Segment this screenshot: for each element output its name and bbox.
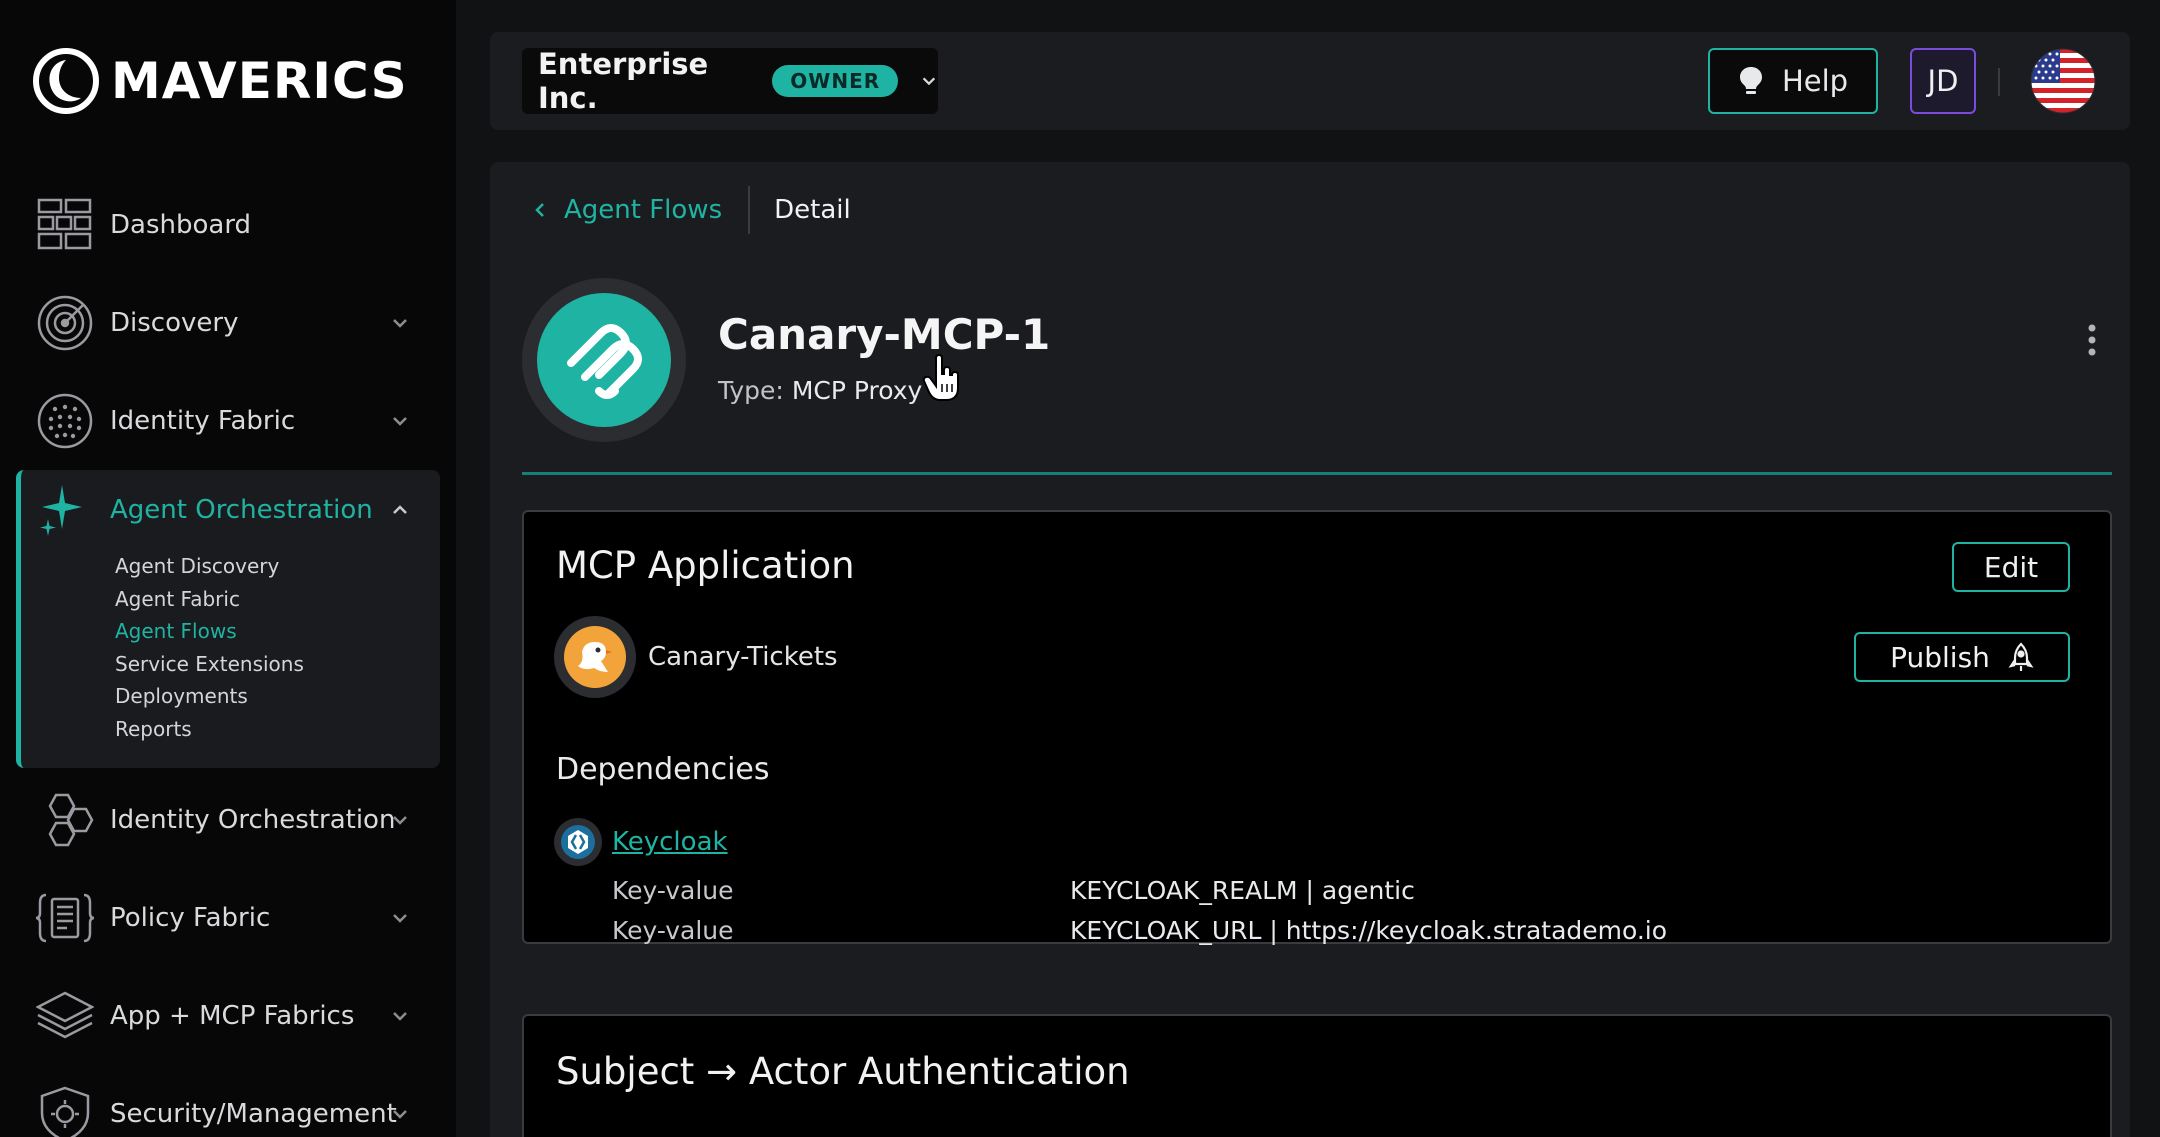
chevron-left-icon[interactable]: [530, 200, 550, 220]
sidebar-subitem-reports[interactable]: Reports: [115, 713, 304, 746]
key-value-row: Key-value KEYCLOAK_URL | https://keycloa…: [524, 916, 2114, 956]
canary-app-icon: [554, 616, 636, 698]
user-avatar[interactable]: JD: [1910, 48, 1976, 114]
sidebar-item-dashboard[interactable]: Dashboard: [0, 185, 456, 265]
sidebar-item-label: App + MCP Fabrics: [110, 1001, 355, 1031]
flow-type-value: MCP Proxy: [791, 376, 923, 405]
flow-avatar: [522, 278, 686, 442]
sidebar-subitem-service-extensions[interactable]: Service Extensions: [115, 648, 304, 681]
breadcrumb-divider: [748, 186, 751, 234]
chevron-down-icon: [390, 1104, 410, 1124]
flow-title: Canary-MCP-1: [718, 310, 1051, 359]
chevron-down-icon: [390, 313, 410, 333]
mcp-application-card: MCP Application Edit Canary-Tickets Publ…: [522, 510, 2114, 945]
sidebar-item-label: Discovery: [110, 308, 239, 338]
sidebar-item-label: Dashboard: [110, 210, 252, 240]
application-name: Canary-Tickets: [648, 642, 838, 672]
edit-button[interactable]: Edit: [1952, 542, 2070, 592]
chevron-down-icon: [390, 1006, 410, 1026]
rocket-icon: [2008, 642, 2034, 671]
sidebar-item-label: Identity Fabric: [110, 406, 296, 436]
us-flag-icon[interactable]: [2030, 48, 2096, 114]
sidebar: MAVERICS Dashboard Discovery Identity Fa…: [0, 0, 456, 1137]
policy-document-icon: [36, 889, 94, 947]
help-button[interactable]: Help: [1708, 48, 1878, 114]
brand-name: MAVERICS: [111, 52, 408, 110]
main-panel: Agent Flows Detail Canary-MCP-1 Type: MC…: [490, 162, 2130, 1137]
sidebar-item-label: Agent Orchestration: [110, 495, 373, 525]
flow-type-label: Type:: [718, 376, 784, 405]
breadcrumb-current: Detail: [774, 195, 851, 225]
dashboard-icon: [36, 196, 94, 254]
sidebar-item-app-mcp-fabrics[interactable]: App + MCP Fabrics: [0, 976, 456, 1056]
flow-type: Type: MCP Proxy: [718, 376, 922, 405]
maverics-logo-icon: [33, 48, 99, 114]
hand-pointer-icon: [922, 354, 959, 401]
publish-label: Publish: [1890, 640, 1990, 674]
layers-icon: [36, 987, 94, 1045]
application-entry: Canary-Tickets: [554, 616, 838, 698]
card-title: MCP Application: [556, 544, 855, 587]
hexagons-icon: [36, 791, 94, 849]
sidebar-item-label: Identity Orchestration: [110, 805, 396, 835]
chevron-up-icon: [390, 500, 410, 520]
help-label: Help: [1781, 64, 1849, 98]
sparkle-icon: [36, 481, 94, 539]
chevron-down-icon: [922, 77, 936, 86]
sidebar-item-label: Policy Fabric: [110, 903, 271, 933]
globe-dots-icon: [36, 392, 94, 450]
chevron-down-icon: [390, 908, 410, 928]
divider: [1998, 68, 2000, 96]
sidebar-item-security-management[interactable]: Security/Management: [0, 1074, 456, 1137]
keycloak-icon: [554, 818, 602, 866]
agent-orchestration-submenu: Agent Discovery Agent Fabric Agent Flows…: [115, 550, 304, 745]
org-switcher[interactable]: Enterprise Inc. OWNER: [522, 47, 938, 115]
dependency-entry: Keycloak: [554, 818, 728, 866]
maverics-logo[interactable]: MAVERICS: [33, 48, 408, 114]
role-badge: OWNER: [772, 65, 899, 97]
chevron-down-icon: [390, 810, 410, 830]
card-title: Subject → Actor Authentication: [556, 1050, 1130, 1093]
sidebar-item-identity-orchestration[interactable]: Identity Orchestration: [0, 780, 456, 860]
kv-label: Key-value: [612, 876, 734, 905]
kv-value: KEYCLOAK_REALM | agentic: [1070, 876, 1415, 905]
chevron-down-icon: [390, 411, 410, 431]
sidebar-subitem-agent-discovery[interactable]: Agent Discovery: [115, 550, 304, 583]
sidebar-subitem-agent-fabric[interactable]: Agent Fabric: [115, 583, 304, 616]
mcp-logo-icon: [537, 293, 671, 427]
org-name: Enterprise Inc.: [538, 47, 709, 115]
sidebar-group-agent-orchestration: Agent Orchestration Agent Discovery Agen…: [16, 470, 440, 768]
sidebar-subitem-deployments[interactable]: Deployments: [115, 680, 304, 713]
more-options-icon[interactable]: [2086, 322, 2098, 358]
kv-value: KEYCLOAK_URL | https://keycloak.stratade…: [1070, 916, 1668, 945]
breadcrumb-parent-link[interactable]: Agent Flows: [564, 195, 722, 225]
dependency-link-keycloak[interactable]: Keycloak: [612, 827, 728, 857]
dependencies-title: Dependencies: [556, 752, 770, 787]
subject-actor-authentication-card: Subject → Actor Authentication: [522, 1014, 2112, 1137]
top-bar: Enterprise Inc. OWNER Help JD: [490, 32, 2130, 130]
sidebar-item-policy-fabric[interactable]: Policy Fabric: [0, 878, 456, 958]
sidebar-item-label: Security/Management: [110, 1099, 397, 1129]
breadcrumb: Agent Flows Detail: [530, 186, 851, 234]
lightbulb-icon: [1739, 67, 1762, 94]
header-divider: [522, 472, 2112, 475]
radar-icon: [36, 294, 94, 352]
sidebar-subitem-agent-flows[interactable]: Agent Flows: [115, 615, 304, 648]
sidebar-item-identity-fabric[interactable]: Identity Fabric: [0, 381, 456, 461]
kv-label: Key-value: [612, 916, 734, 945]
sidebar-item-agent-orchestration[interactable]: Agent Orchestration: [16, 470, 440, 550]
sidebar-item-discovery[interactable]: Discovery: [0, 283, 456, 363]
shield-gear-icon: [36, 1085, 94, 1137]
publish-button[interactable]: Publish: [1854, 632, 2070, 682]
key-value-row: Key-value KEYCLOAK_REALM | agentic: [524, 876, 2114, 916]
